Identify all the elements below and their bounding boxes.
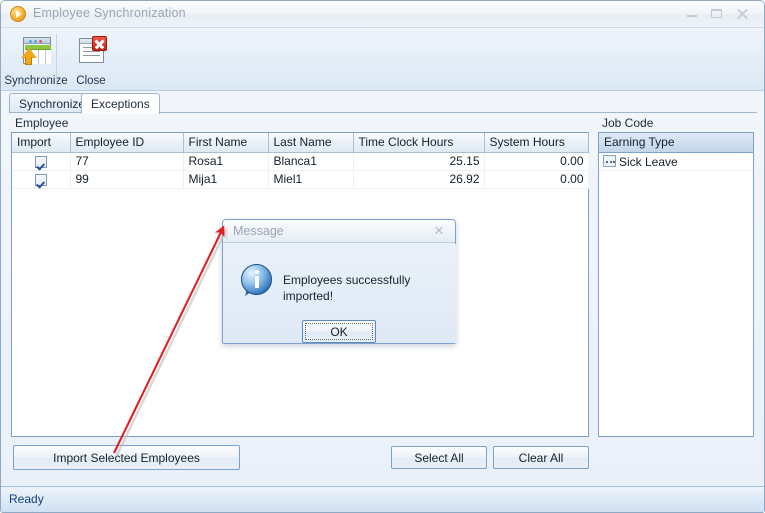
jobcode-group-label: Job Code [602,116,654,130]
minimize-icon[interactable] [681,5,703,22]
dialog-ok-label: OK [330,324,348,339]
status-bar: Ready [1,486,764,512]
column-header-first-name[interactable]: First Name [183,133,269,153]
select-all-button[interactable]: Select All [391,446,487,469]
column-header-time-clock-hours[interactable]: Time Clock Hours [353,133,485,153]
dialog-title: Message [233,224,284,238]
dialog-message: Employees successfully imported! [283,273,411,303]
cell-employee-id: 99 [70,170,184,189]
import-selected-employees-button[interactable]: Import Selected Employees [13,445,240,470]
cell-system-hours: 0.00 [484,170,589,189]
import-checkbox-cell[interactable] [12,170,71,189]
select-all-label: Select All [414,450,464,465]
table-header-row: Import Employee ID First Name Last Name … [12,133,589,153]
application-window: Employee Synchronization Synchronize Clo… [0,0,765,513]
window-title: Employee Synchronization [33,6,186,20]
column-header-employee-id[interactable]: Employee ID [70,133,184,153]
jobcode-grid-panel: Earning Type Sick Leave [598,132,754,437]
ellipsis-button-icon[interactable] [603,155,616,168]
ribbon-toolbar: Synchronize Close [1,28,764,91]
column-header-import[interactable]: Import [12,133,71,153]
document-delete-icon [75,35,107,67]
window-titlebar: Employee Synchronization [1,1,764,28]
cell-time-clock-hours: 25.15 [353,152,485,171]
import-checkbox-cell[interactable] [12,152,71,171]
cell-system-hours: 0.00 [484,152,589,171]
table-row[interactable]: 99 Mija1 Miel1 26.92 0.00 [12,170,589,189]
jobcode-header-row: Earning Type [599,133,753,153]
list-item[interactable]: Sick Leave [599,152,753,171]
tab-synchronize-label: Synchronize [19,97,86,111]
table-row[interactable]: 77 Rosa1 Blanca1 25.15 0.00 [12,152,589,171]
maximize-icon[interactable] [705,5,727,22]
cell-last-name: Miel1 [268,170,354,189]
dialog-ok-button[interactable]: OK [302,320,376,343]
tab-strip: Synchronize Exceptions [9,93,757,114]
cell-first-name: Mija1 [183,170,269,189]
message-dialog: Message ✕ Employees successfully importe… [222,219,456,344]
employee-group-label: Employee [15,116,69,130]
cell-first-name: Rosa1 [183,152,269,171]
column-header-earning-type[interactable]: Earning Type [599,133,753,153]
tab-exceptions[interactable]: Exceptions [81,93,160,114]
import-checkbox[interactable] [35,155,48,168]
jobcode-label: Sick Leave [619,154,678,169]
import-selected-employees-label: Import Selected Employees [53,450,200,465]
close-button[interactable]: Close [59,32,123,88]
jobcode-cell[interactable]: Sick Leave [599,152,753,171]
clear-all-button[interactable]: Clear All [493,446,589,469]
spreadsheet-upload-icon [20,35,52,67]
dialog-titlebar: Message ✕ [223,220,455,243]
employee-table: Import Employee ID First Name Last Name … [12,133,589,189]
column-header-last-name[interactable]: Last Name [268,133,354,153]
dialog-close-icon[interactable]: ✕ [431,223,447,239]
status-text: Ready [9,492,44,506]
close-icon[interactable] [731,5,753,22]
jobcode-table: Earning Type Sick Leave [599,133,753,171]
cell-employee-id: 77 [70,152,184,171]
play-circle-icon [10,6,26,22]
toolbar-separator [56,34,57,86]
clear-all-label: Clear All [518,450,564,465]
info-icon [241,264,273,298]
cell-time-clock-hours: 26.92 [353,170,485,189]
tab-exceptions-label: Exceptions [91,97,150,111]
close-button-label: Close [76,75,106,87]
import-checkbox[interactable] [35,173,48,186]
cell-last-name: Blanca1 [268,152,354,171]
dialog-body: Employees successfully imported! OK [224,244,456,343]
column-header-system-hours[interactable]: System Hours [484,133,589,153]
